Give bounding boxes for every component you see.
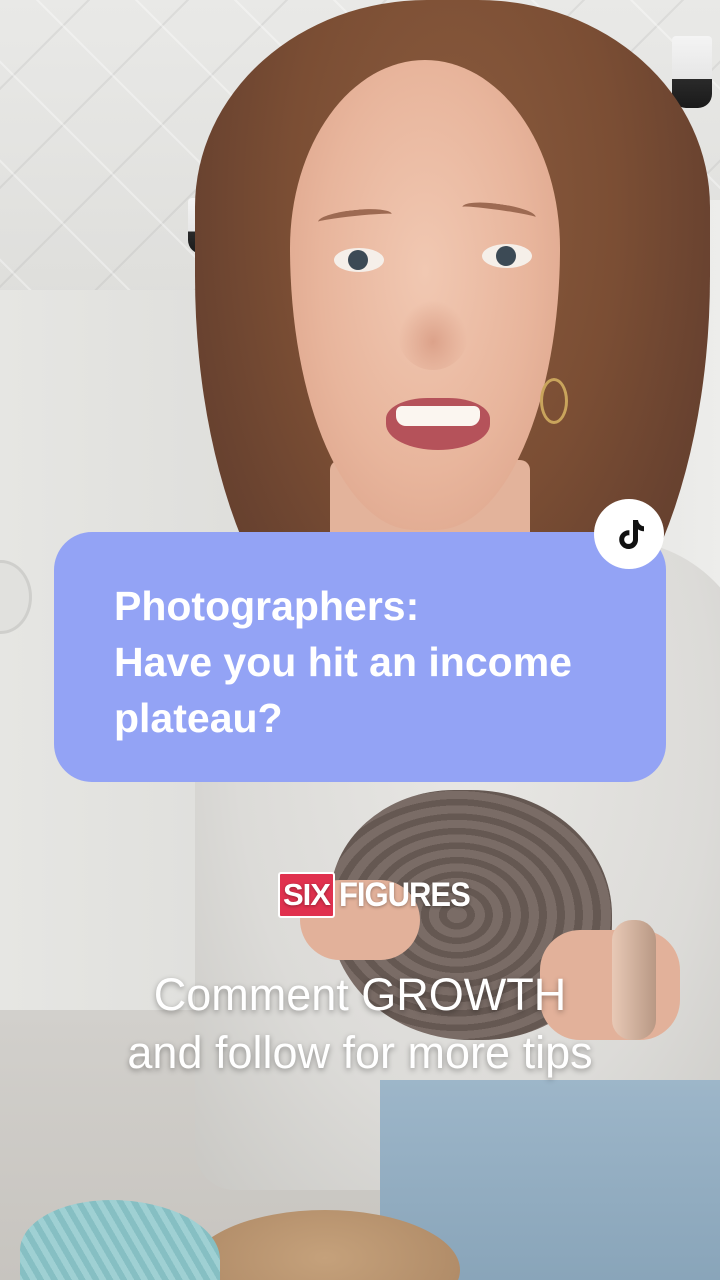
brand-logo-box: SIX: [278, 872, 335, 918]
brand-logo: SIX FIGURES: [278, 872, 471, 918]
eye: [334, 248, 384, 272]
eye: [482, 244, 532, 268]
tiktok-icon: [619, 520, 644, 549]
earring: [540, 378, 568, 424]
mouth: [386, 398, 490, 450]
brand-logo-word: FIGURES: [338, 875, 471, 914]
nose: [398, 300, 468, 370]
tiktok-badge: [594, 499, 664, 569]
call-to-action-text: Comment GROWTH and follow for more tips: [127, 969, 593, 1078]
caption-text: Photographers: Have you hit an income pl…: [114, 583, 572, 741]
